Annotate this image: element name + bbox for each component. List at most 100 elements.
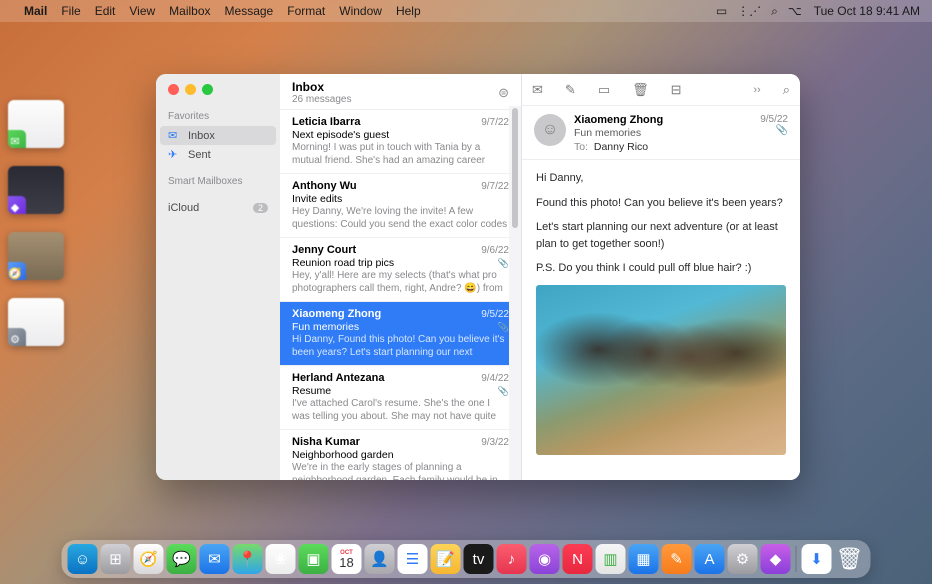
message-row[interactable]: Herland Antezana9/4/22ResumeI've attache… (280, 366, 521, 430)
search-icon[interactable]: ⌕ (783, 82, 790, 98)
dock: ☺⊞🧭💬✉📍❀▣OCT18👤☰📝tv♪◉N▥▦✎A⚙◆ ⬇🗑 (62, 540, 871, 578)
body-line: Found this photo! Can you believe it's b… (536, 195, 786, 212)
battery-icon[interactable]: ▭ (716, 4, 727, 18)
msg-date: 9/7/22 (481, 117, 509, 128)
window-controls (156, 74, 280, 103)
dock-podcasts[interactable]: ◉ (530, 544, 560, 574)
stage-thumb-safari[interactable]: 🧭 (8, 232, 64, 280)
detail-sender: Xiaomeng Zhong (574, 114, 752, 126)
stage-thumb-settings[interactable]: ⚙ (8, 298, 64, 346)
dock-music[interactable]: ♪ (497, 544, 527, 574)
msg-date: 9/3/22 (481, 437, 509, 448)
dock-numbers[interactable]: ▥ (596, 544, 626, 574)
smart-mailboxes-header: Smart Mailboxes (156, 172, 280, 191)
dock-safari[interactable]: 🧭 (134, 544, 164, 574)
dock-shortcuts[interactable]: ◆ (761, 544, 791, 574)
archive-icon[interactable]: ✉ (532, 82, 543, 98)
menu-edit[interactable]: Edit (95, 4, 116, 18)
dock-news[interactable]: N (563, 544, 593, 574)
dock-keynote[interactable]: ▦ (629, 544, 659, 574)
dock-maps[interactable]: 📍 (233, 544, 263, 574)
msg-subject: Neighborhood garden (292, 449, 509, 461)
message-row[interactable]: Anthony Wu9/7/22Invite editsHey Danny, W… (280, 174, 521, 238)
filter-icon[interactable]: ⊜ (498, 85, 509, 101)
msg-preview: I've attached Carol's resume. She's the … (292, 398, 509, 423)
dock-separator (796, 546, 797, 572)
menu-message[interactable]: Message (225, 4, 274, 18)
dock-appstore[interactable]: A (695, 544, 725, 574)
msg-sender: Jenny Court (292, 244, 356, 256)
mail-sidebar: Favorites ✉ Inbox ✈ Sent Smart Mailboxes… (156, 74, 280, 480)
msg-subject: Reunion road trip pics (292, 257, 509, 269)
control-center-icon[interactable]: ⌥ (788, 4, 802, 18)
close-button[interactable] (168, 84, 179, 95)
dock-mail[interactable]: ✉ (200, 544, 230, 574)
minimize-button[interactable] (185, 84, 196, 95)
body-line: Hi Danny, (536, 170, 786, 187)
app-name[interactable]: Mail (24, 4, 47, 18)
stage-thumb-shortcuts[interactable]: ◆ (8, 166, 64, 214)
scrollbar[interactable] (509, 106, 521, 480)
dock-reminders[interactable]: ☰ (398, 544, 428, 574)
dock-pages[interactable]: ✎ (662, 544, 692, 574)
compose-icon[interactable]: ✎ (565, 82, 576, 98)
favorites-header: Favorites (156, 107, 280, 126)
menu-help[interactable]: Help (396, 4, 421, 18)
trash-icon[interactable]: 🗑 (632, 82, 649, 98)
message-row[interactable]: Nisha Kumar9/3/22Neighborhood gardenWe'r… (280, 430, 521, 480)
mail-window: Favorites ✉ Inbox ✈ Sent Smart Mailboxes… (156, 74, 800, 480)
dock-trash[interactable]: 🗑 (835, 544, 865, 574)
message-detail-pane: ✉ ✎ ▭ 🗑 ⊟ ›› ⌕ ☺ Xiaomeng Zhong Fun memo… (522, 74, 800, 480)
dock-notes[interactable]: 📝 (431, 544, 461, 574)
msg-subject: Fun memories (292, 321, 509, 333)
dock-downloads[interactable]: ⬇ (802, 544, 832, 574)
dock-photos[interactable]: ❀ (266, 544, 296, 574)
move-icon[interactable]: ▭ (598, 82, 610, 98)
sender-avatar[interactable]: ☺ (534, 114, 566, 146)
dock-finder[interactable]: ☺ (68, 544, 98, 574)
attached-photo[interactable] (536, 285, 786, 455)
menu-format[interactable]: Format (287, 4, 325, 18)
sidebar-item-sent[interactable]: ✈ Sent (156, 145, 280, 164)
message-row[interactable]: Xiaomeng Zhong9/5/22Fun memoriesHi Danny… (280, 302, 521, 366)
more-icon[interactable]: ›› (753, 84, 760, 96)
datetime[interactable]: Tue Oct 18 9:41 AM (814, 4, 920, 18)
wifi-icon[interactable]: ⋮⋰ (737, 4, 761, 18)
attachment-icon: 📎 (498, 386, 509, 397)
dock-facetime[interactable]: ▣ (299, 544, 329, 574)
stage-manager-strip: ✉ ◆ 🧭 ⚙ (8, 100, 64, 346)
msg-date: 9/4/22 (481, 373, 509, 384)
inbox-label: Inbox (188, 130, 215, 142)
message-row[interactable]: Jenny Court9/6/22Reunion road trip picsH… (280, 238, 521, 302)
menu-view[interactable]: View (129, 4, 155, 18)
sidebar-item-icloud[interactable]: iCloud 2 (156, 199, 280, 217)
spotlight-icon[interactable]: ⌕ (771, 4, 778, 19)
attachment-icon: 📎 (498, 322, 509, 333)
menu-mailbox[interactable]: Mailbox (169, 4, 210, 18)
stage-thumb-messages[interactable]: ✉ (8, 100, 64, 148)
msg-preview: Hey Danny, We're loving the invite! A fe… (292, 206, 509, 231)
icloud-badge: 2 (253, 203, 268, 213)
menu-window[interactable]: Window (339, 4, 382, 18)
message-body: Hi Danny, Found this photo! Can you beli… (522, 160, 800, 480)
zoom-button[interactable] (202, 84, 213, 95)
detail-subject: Fun memories (574, 127, 752, 139)
msg-preview: We're in the early stages of planning a … (292, 462, 509, 480)
messages-icon: ✉ (8, 130, 26, 148)
dock-messages[interactable]: 💬 (167, 544, 197, 574)
dock-calendar[interactable]: OCT18 (332, 544, 362, 574)
sidebar-item-inbox[interactable]: ✉ Inbox (160, 126, 276, 145)
sent-label: Sent (188, 149, 211, 161)
menu-file[interactable]: File (61, 4, 80, 18)
sent-icon: ✈ (168, 148, 182, 161)
dock-settings[interactable]: ⚙ (728, 544, 758, 574)
body-line: Let's start planning our next adventure … (536, 219, 786, 252)
detail-attachment-icon: 📎 (760, 125, 788, 136)
msg-preview: Hi Danny, Found this photo! Can you beli… (292, 334, 509, 359)
dock-launchpad[interactable]: ⊞ (101, 544, 131, 574)
dock-contacts[interactable]: 👤 (365, 544, 395, 574)
message-list[interactable]: Leticia Ibarra9/7/22Next episode's guest… (280, 110, 521, 480)
message-row[interactable]: Leticia Ibarra9/7/22Next episode's guest… (280, 110, 521, 174)
junk-icon[interactable]: ⊟ (671, 82, 682, 98)
dock-tv[interactable]: tv (464, 544, 494, 574)
